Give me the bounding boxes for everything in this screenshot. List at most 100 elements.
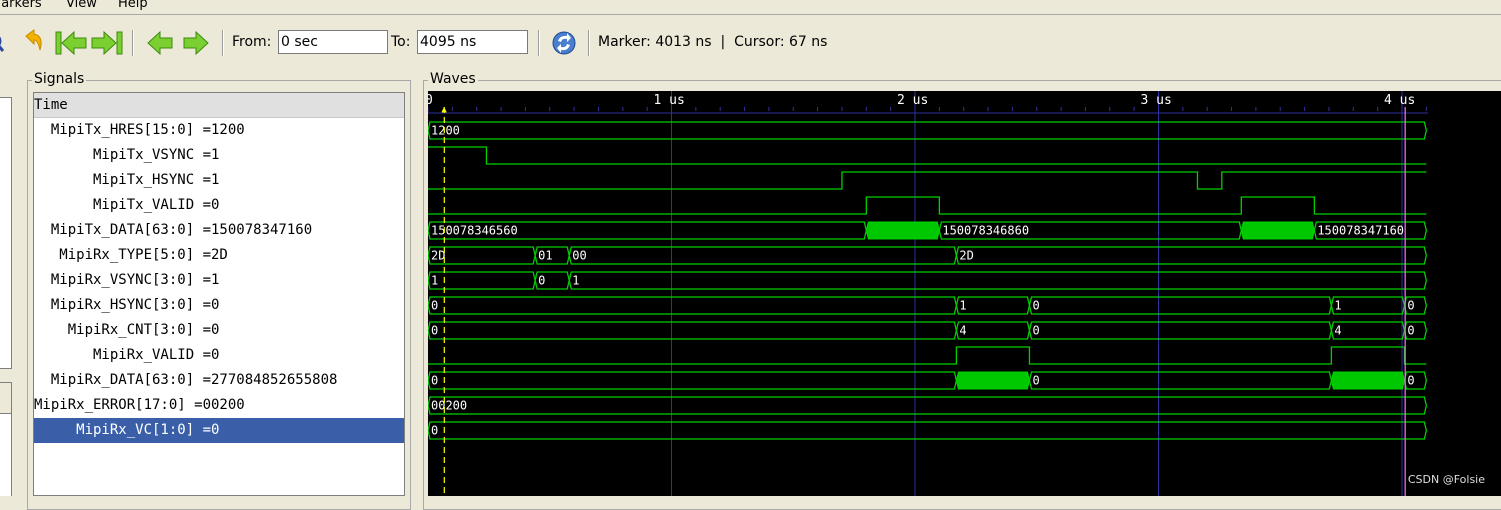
zoom-to-start-icon[interactable] (54, 28, 88, 58)
bus-value-label: 1 (572, 274, 579, 288)
bus-segment-bottom (1028, 330, 1333, 340)
watermark: CSDN @Folsie (1407, 473, 1485, 486)
bus-segment-top (1028, 296, 1333, 306)
bus-value-label: 4 (1334, 324, 1341, 338)
bit-wave (428, 346, 1427, 365)
menu-bar: Markers View Help (0, 0, 1501, 15)
ruler-label: 0 (428, 93, 433, 108)
left-side-panel-lower (0, 414, 12, 496)
zoom-icon[interactable] (0, 28, 8, 58)
signal-row-time[interactable]: Time (34, 93, 404, 118)
to-input[interactable] (417, 30, 528, 54)
bus-segment-top (955, 246, 1427, 256)
signals-list[interactable]: Time MipiTx_HRES[15:0] =1200 MipiTx_VSYN… (33, 92, 405, 496)
bus-value-label: 4 (959, 324, 966, 338)
from-label: From: (232, 34, 272, 50)
bus-value-label: 2D (431, 249, 445, 263)
bus-value-label: 0 (431, 424, 438, 438)
signal-row-mipirx-hsync[interactable]: MipiRx_HSYNC[3:0] =0 (34, 293, 404, 318)
bus-value-label: 1 (1334, 299, 1341, 313)
waves-canvas[interactable]: 01 us 2 us 3 us 4 us 1200 150078346560 1500783… (428, 91, 1501, 496)
toolbar-separator (588, 30, 590, 56)
bus-value-label: 0 (1032, 299, 1039, 313)
signal-row-mipitx-valid[interactable]: MipiTx_VALID =0 (34, 193, 404, 218)
toolbar-separator (132, 30, 134, 56)
zoom-to-end-icon[interactable] (90, 28, 124, 58)
bus-segment-bottom (428, 380, 958, 390)
bus-busy-segment (1330, 371, 1405, 390)
menu-view[interactable]: View (66, 0, 97, 11)
toolbar-separator (538, 30, 540, 56)
bus-value-label: 0 (1407, 324, 1414, 338)
bus-segment-top (428, 321, 958, 331)
bus-value-label: 01 (538, 249, 552, 263)
bus-value-label: 0 (431, 324, 438, 338)
signal-row-mipirx-error[interactable]: MipiRx_ERROR[17:0] =00200 (34, 393, 404, 418)
bus-segment-top (428, 396, 1427, 406)
bus-busy-segment (955, 371, 1030, 390)
reload-icon[interactable] (550, 28, 578, 58)
bus-value-label: 1200 (431, 124, 460, 138)
bus-segment-bottom (428, 305, 958, 315)
undo-zoom-icon[interactable] (20, 28, 48, 58)
to-label: To: (391, 34, 411, 50)
bus-value-label: 0 (1407, 299, 1414, 313)
left-side-button[interactable] (0, 382, 12, 414)
bit-wave (428, 146, 1427, 165)
bus-value-label: 0 (538, 274, 545, 288)
signal-row-mipitx-data[interactable]: MipiTx_DATA[63:0] =150078347160 (34, 218, 404, 243)
signal-row-mipitx-vsync[interactable]: MipiTx_VSYNC =1 (34, 143, 404, 168)
ruler-label: 2 us (897, 93, 928, 108)
bus-segment-top (955, 296, 1031, 306)
bus-value-label: 0 (1032, 374, 1039, 388)
bus-value-label: 0 (1407, 374, 1414, 388)
bus-segment-top (1330, 321, 1406, 331)
bus-segment-bottom (955, 305, 1031, 315)
menu-help[interactable]: Help (118, 0, 148, 11)
scroll-right-icon[interactable] (182, 28, 210, 58)
bus-segment-bottom (428, 405, 1427, 415)
bus-busy-segment (1240, 221, 1315, 240)
bus-segment-bottom (1028, 305, 1333, 315)
bit-wave (428, 196, 1427, 215)
bus-value-label: 0 (431, 374, 438, 388)
bus-segment-bottom (1028, 380, 1333, 390)
bus-segment-top (568, 246, 958, 256)
bus-segment-bottom (568, 280, 1427, 290)
scroll-left-icon[interactable] (146, 28, 174, 58)
bus-segment-top (955, 321, 1031, 331)
ruler-label: 1 us (654, 93, 685, 108)
signal-row-mipitx-hres[interactable]: MipiTx_HRES[15:0] =1200 (34, 118, 404, 143)
left-side-panel (0, 97, 12, 369)
bus-segment-bottom (428, 330, 958, 340)
bus-value-label: 1 (959, 299, 966, 313)
signal-row-mipirx-cnt[interactable]: MipiRx_CNT[3:0] =0 (34, 318, 404, 343)
bus-value-label: 00 (572, 249, 586, 263)
bus-segment-bottom (955, 330, 1031, 340)
signals-title: Signals (32, 71, 87, 87)
bus-segment-bottom (1330, 305, 1406, 315)
marker-cursor-status: Marker: 4013 ns | Cursor: 67 ns (598, 34, 828, 50)
signal-row-mipirx-vsync[interactable]: MipiRx_VSYNC[3:0] =1 (34, 268, 404, 293)
bus-segment-top (1330, 296, 1406, 306)
bus-segment-top (428, 121, 1427, 131)
from-input[interactable] (278, 30, 388, 54)
bus-segment-top (428, 371, 958, 381)
bus-value-label: 150078347160 (1317, 224, 1404, 238)
signal-row-mipitx-hsync[interactable]: MipiTx_HSYNC =1 (34, 168, 404, 193)
bus-segment-bottom (428, 430, 1427, 440)
signal-row-mipirx-vc[interactable]: MipiRx_VC[1:0] =0 (34, 418, 404, 443)
bus-value-label: 150078346860 (942, 224, 1029, 238)
bus-segment-bottom (568, 255, 958, 265)
signal-row-mipirx-data[interactable]: MipiRx_DATA[63:0] =277084852655808 (34, 368, 404, 393)
waves-title: Waves (428, 71, 478, 87)
waves-svg: 01 us 2 us 3 us 4 us1200150078346560 1500783… (428, 91, 1428, 496)
bus-segment-top (568, 271, 1427, 281)
signal-row-mipirx-type[interactable]: MipiRx_TYPE[5:0] =2D (34, 243, 404, 268)
signal-row-mipirx-valid[interactable]: MipiRx_VALID =0 (34, 343, 404, 368)
bus-value-label: 2D (959, 249, 973, 263)
bus-segment-top (428, 421, 1427, 431)
menu-markers[interactable]: Markers (0, 0, 42, 11)
bus-segment-bottom (1330, 330, 1406, 340)
toolbar: From: To: Marker: 4013 ns | Cursor: 67 n… (0, 16, 1501, 72)
